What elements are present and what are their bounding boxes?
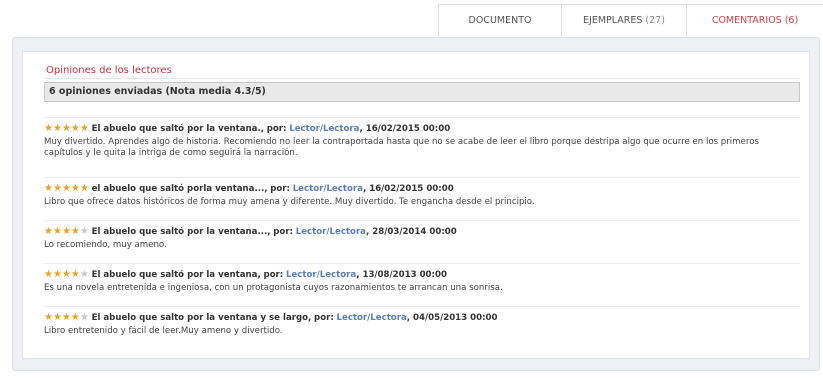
review-title: El abuelo que salto por la ventana y se …: [91, 313, 312, 323]
star-filled-icon: ★: [79, 183, 89, 194]
star-rating: ★★★★★: [44, 123, 89, 134]
tab-count: (6): [784, 15, 799, 26]
review-date: , 16/02/2015 00:00: [362, 184, 454, 194]
reviews-summary: 6 opiniones enviadas (Nota media 4.3/5): [44, 82, 800, 102]
star-rating: ★★★★★: [44, 269, 89, 280]
star-filled-icon: ★: [52, 226, 62, 237]
review-date: , 16/02/2015 00:00: [359, 124, 451, 134]
star-filled-icon: ★: [70, 183, 80, 194]
star-filled-icon: ★: [52, 123, 62, 134]
review-by: por:: [314, 313, 334, 323]
review-text: Lo recomiendo, muy ameno.: [44, 239, 167, 250]
star-empty-icon: ★: [79, 226, 89, 237]
review-title: El abuelo que saltó por la ventana.,: [91, 124, 265, 134]
star-filled-icon: ★: [61, 183, 71, 194]
star-filled-icon: ★: [44, 183, 53, 194]
tab-label: DOCUMENTO: [468, 15, 532, 26]
review-date: , 04/05/2013 00:00: [406, 313, 498, 323]
review-author-link[interactable]: Lector/Lectora: [286, 270, 356, 280]
divider: [44, 78, 800, 79]
review-text: Libro entretenido y fácil de leer.Muy am…: [44, 325, 283, 336]
review-date: , 28/03/2014 00:00: [366, 227, 457, 237]
review-by: por:: [263, 270, 284, 280]
review-item: ★★★★★ El abuelo que saltó por la ventana…: [44, 117, 800, 160]
review-text: Libro que ofrece datos históricos de for…: [44, 196, 535, 207]
tab-label: COMENTARIOS: [711, 15, 782, 26]
review-author-link[interactable]: Lector/Lectora: [337, 313, 407, 323]
star-rating: ★★★★★: [44, 183, 89, 194]
star-empty-icon: ★: [79, 312, 89, 323]
star-filled-icon: ★: [61, 269, 71, 280]
star-filled-icon: ★: [70, 123, 80, 134]
review-item: ★★★★★ el abuelo que saltó porla ventana.…: [44, 177, 800, 208]
review-title: el abuelo que saltó porla ventana...,: [91, 184, 268, 194]
tab-bar: DOCUMENTO EJEMPLARES (27) COMENTARIOS (6): [438, 4, 823, 37]
review-author-link[interactable]: Lector/Lectora: [293, 184, 363, 194]
review-text: Muy divertido. Aprendes algo de historia…: [44, 136, 759, 159]
star-filled-icon: ★: [52, 312, 62, 323]
tab-label: EJEMPLARES: [583, 15, 643, 26]
star-filled-icon: ★: [52, 269, 62, 280]
tab-count: (27): [645, 15, 665, 26]
tab-ejemplares[interactable]: EJEMPLARES (27): [561, 4, 686, 36]
star-filled-icon: ★: [44, 123, 53, 134]
star-empty-icon: ★: [79, 269, 89, 280]
star-filled-icon: ★: [70, 312, 80, 323]
star-filled-icon: ★: [44, 226, 53, 237]
tab-comentarios[interactable]: COMENTARIOS (6): [686, 4, 823, 37]
review-item: ★★★★★ El abuelo que salto por la ventana…: [44, 306, 800, 337]
tab-documento[interactable]: DOCUMENTO: [438, 4, 561, 36]
review-title: El abuelo que saltó por la ventana,: [91, 270, 261, 280]
review-text: Es una novela entretenida e ingeniosa, c…: [44, 282, 503, 293]
review-date: , 13/08/2013 00:00: [356, 270, 447, 280]
review-by: por:: [270, 184, 290, 194]
review-by: por:: [273, 227, 294, 237]
section-title: Opiniones de los lectores: [46, 65, 172, 76]
review-item: ★★★★★ El abuelo que saltó por la ventana…: [44, 220, 800, 251]
star-filled-icon: ★: [44, 312, 53, 323]
star-filled-icon: ★: [61, 123, 71, 134]
star-filled-icon: ★: [70, 226, 80, 237]
review-title: El abuelo que saltó por la ventana...,: [91, 227, 271, 237]
star-filled-icon: ★: [79, 123, 89, 134]
star-rating: ★★★★★: [44, 226, 89, 237]
review-author-link[interactable]: Lector/Lectora: [289, 124, 359, 134]
star-filled-icon: ★: [70, 269, 80, 280]
review-item: ★★★★★ El abuelo que saltó por la ventana…: [44, 263, 800, 294]
star-filled-icon: ★: [52, 183, 62, 194]
review-by: por:: [266, 124, 287, 134]
star-filled-icon: ★: [44, 269, 53, 280]
star-filled-icon: ★: [61, 312, 71, 323]
review-author-link[interactable]: Lector/Lectora: [296, 227, 366, 237]
star-filled-icon: ★: [61, 226, 71, 237]
star-rating: ★★★★★: [44, 312, 89, 323]
